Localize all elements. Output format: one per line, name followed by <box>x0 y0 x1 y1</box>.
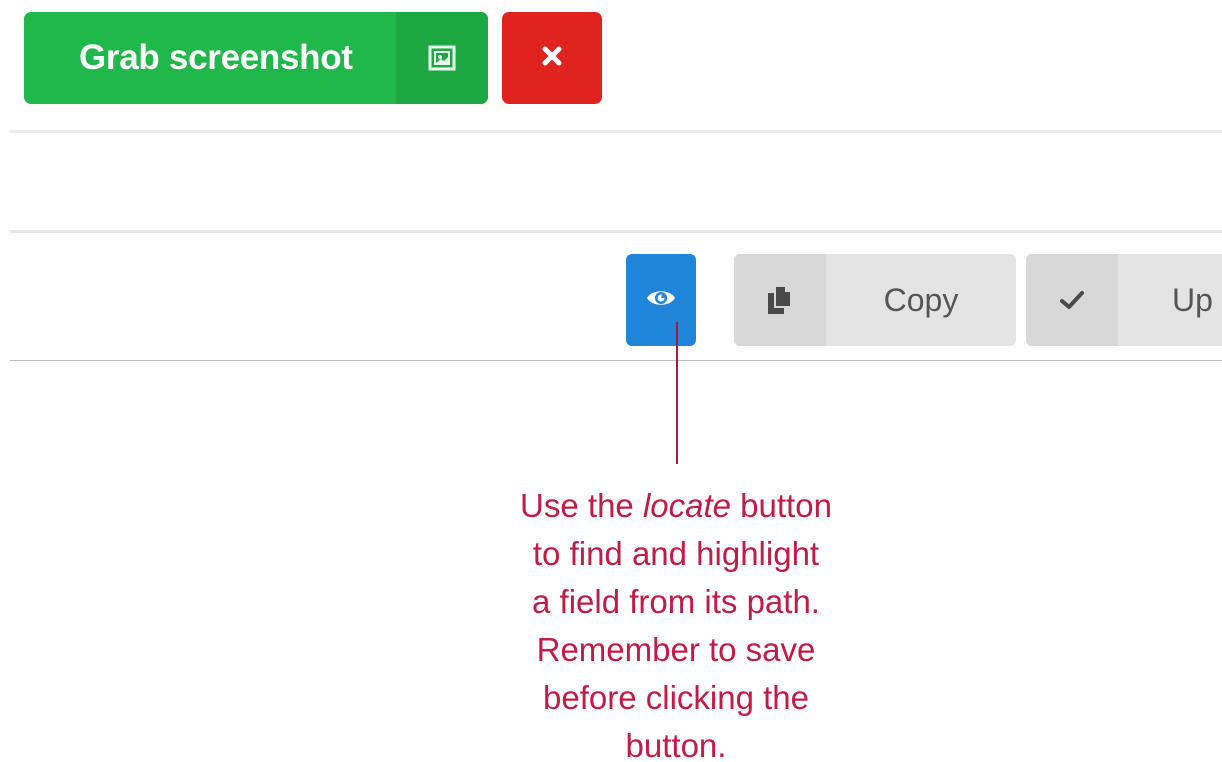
copy-icon <box>734 254 826 346</box>
close-icon <box>541 45 563 72</box>
divider <box>10 360 1222 361</box>
update-label: Up <box>1172 281 1213 318</box>
annotation-line: to find and highlight <box>532 535 820 572</box>
annotation-text: Use the <box>520 487 643 524</box>
annotation-emphasis: locate <box>642 487 732 524</box>
update-button[interactable]: Up <box>1026 254 1222 346</box>
copy-button[interactable]: Copy <box>734 254 1016 346</box>
grab-screenshot-button[interactable]: Grab screenshot <box>24 12 488 104</box>
check-icon <box>1026 254 1118 346</box>
annotation-line: a field from its path. <box>532 583 820 620</box>
eye-icon <box>646 287 676 314</box>
screenshot-icon <box>396 12 488 104</box>
divider <box>10 230 1222 233</box>
annotation-line: Remember to save <box>536 631 816 668</box>
annotation-line: before clicking the <box>543 679 809 716</box>
locate-button[interactable] <box>626 254 696 346</box>
divider <box>10 130 1222 133</box>
locate-help-annotation: Use the locate button to find and highli… <box>470 482 882 762</box>
callout-pointer-line <box>676 322 678 464</box>
close-button[interactable] <box>502 12 602 104</box>
grab-screenshot-label: Grab screenshot <box>79 38 353 77</box>
page: Grab screenshot Copy Up Use the locate b… <box>0 0 1222 762</box>
copy-label: Copy <box>883 281 959 318</box>
annotation-text: button <box>731 487 832 524</box>
annotation-line: Use the locate button <box>470 482 882 530</box>
annotation-line: button. <box>625 727 727 762</box>
